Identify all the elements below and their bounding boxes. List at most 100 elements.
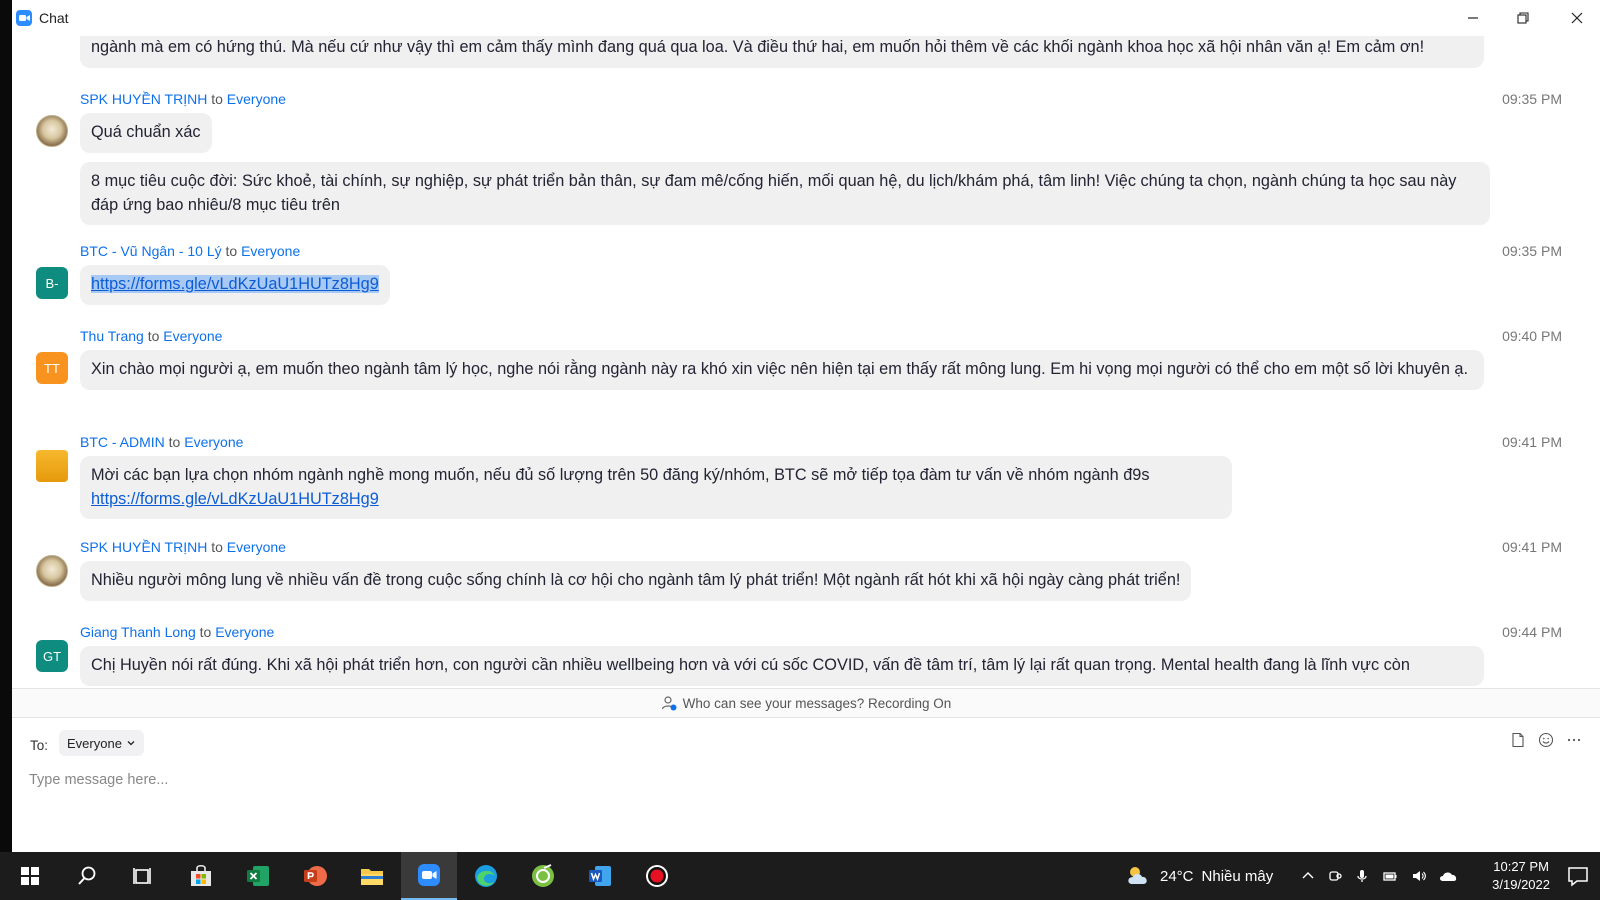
greenshot-button[interactable] [515,852,571,900]
sender-name[interactable]: SPK HUYỀN TRỊNH [80,539,207,555]
onedrive-icon[interactable] [1439,868,1459,884]
message-text: ngành mà em có hứng thú. Mà nếu cứ như v… [91,38,1425,56]
to-label: To: [30,738,49,753]
message-header: BTC - Vũ Ngân - 10 Lý to Everyone [80,243,300,259]
file-explorer-button[interactable] [344,852,400,900]
store-button[interactable] [173,852,229,900]
edge-icon [475,865,497,887]
restore-button[interactable] [1508,6,1538,30]
task-view-button[interactable] [115,852,171,900]
microsoft-store-icon [191,864,211,886]
message-header: Giang Thanh Long to Everyone [80,624,274,640]
microphone-icon[interactable] [1354,868,1370,884]
initials-avatar[interactable]: GT [36,640,68,672]
more-button[interactable] [1566,732,1582,748]
windows-start-icon [21,867,39,885]
message-text: Xin chào mọi người ạ, em muốn theo ngành… [91,360,1468,378]
system-tray [1300,852,1459,900]
sender-name[interactable]: Thu Trang [80,328,144,344]
message-bubble[interactable]: Chị Huyền nói rất đúng. Khi xã hội phát … [80,646,1484,686]
chevron-down-icon [127,741,135,746]
emoji-button[interactable] [1538,732,1554,748]
message-link[interactable]: https://forms.gle/vLdKzUaU1HUTz8Hg9 [91,275,379,293]
message-header: SPK HUYỀN TRỊNH to Everyone [80,539,286,555]
to-word: to [225,243,238,259]
message-header: Thu Trang to Everyone [80,328,222,344]
search-icon [78,866,96,885]
message-time: 09:35 PM [1502,91,1562,107]
powerpoint-button[interactable] [287,852,343,900]
edge-button[interactable] [458,852,514,900]
recipient-name: Everyone [226,91,286,107]
message-header: SPK HUYỀN TRỊNH to Everyone [80,91,286,107]
close-icon [1571,12,1583,24]
recipient-value: Everyone [67,735,122,751]
to-word: to [211,539,223,555]
sender-name[interactable]: Giang Thanh Long [80,624,196,640]
message-bubble[interactable]: Mời các bạn lựa chọn nhóm ngành nghề mon… [80,456,1232,519]
recipient-name: Everyone [226,539,286,555]
message-link[interactable]: https://forms.gle/vLdKzUaU1HUTz8Hg9 [91,490,379,508]
initials-avatar[interactable]: TT [36,352,68,384]
message-bubble[interactable]: Quá chuẩn xác [80,113,212,153]
battery-icon[interactable] [1381,868,1399,884]
excel-button[interactable] [230,852,286,900]
recipient-name: Everyone [184,434,244,450]
message-text: Nhiều người mông lung về nhiều vấn đề tr… [91,571,1181,589]
word-button[interactable] [572,852,628,900]
recorder-button[interactable] [629,852,685,900]
chat-window: Chat ngành mà em có hứng thú. Mà nếu cứ … [12,0,1600,852]
message-bubble[interactable]: 8 mục tiêu cuộc đời: Sức khoẻ, tài chính… [80,162,1490,225]
chevron-up-icon[interactable] [1300,868,1316,884]
minimize-icon [1468,17,1478,19]
notification-icon[interactable] [1566,864,1590,888]
privacy-text: Who can see your messages? Recording On [682,695,952,711]
to-word: to [199,624,212,640]
message-header: BTC - ADMIN to Everyone [80,434,243,450]
to-word: to [147,328,160,344]
weather-widget[interactable]: 24°C Nhiều mây [1124,852,1273,900]
sender-name[interactable]: BTC - ADMIN [80,434,165,450]
minimize-button[interactable] [1458,6,1488,30]
file-button[interactable] [1510,732,1526,748]
message-list[interactable]: ngành mà em có hứng thú. Mà nếu cứ như v… [12,36,1600,688]
message-bubble[interactable]: Nhiều người mông lung về nhiều vấn đề tr… [80,561,1192,601]
file-explorer-icon [361,869,383,885]
screen: Chat ngành mà em có hứng thú. Mà nếu cứ … [0,0,1600,900]
excel-icon [247,866,269,886]
clock[interactable]: 10:27 PM 3/19/2022 [1492,858,1550,894]
compose-toolbar [1510,732,1582,748]
window-title: Chat [39,10,69,26]
speaker-icon[interactable] [1410,868,1428,884]
meet-now-icon[interactable] [1327,868,1343,884]
clock-date: 3/19/2022 [1492,877,1550,892]
restore-icon [1517,12,1529,24]
recipient-dropdown[interactable]: Everyone [59,730,144,756]
close-button[interactable] [1562,6,1592,30]
photo-avatar[interactable] [36,555,68,587]
initials-avatar[interactable]: B- [36,267,68,299]
background-edge [0,0,12,852]
message-text: 8 mục tiêu cuộc đời: Sức khoẻ, tài chính… [91,172,1457,214]
recipient-name: Everyone [163,328,223,344]
word-icon [589,866,611,886]
message-bubble[interactable]: https://forms.gle/vLdKzUaU1HUTz8Hg9 [80,265,390,305]
zoom-icon [418,864,440,886]
logo-avatar[interactable] [36,450,68,482]
message-time: 09:35 PM [1502,243,1562,259]
title-bar[interactable]: Chat [12,0,1600,36]
message-bubble[interactable]: ngành mà em có hứng thú. Mà nếu cứ như v… [80,36,1484,68]
zoom-button[interactable] [401,852,457,900]
message-input[interactable] [29,768,1429,792]
sender-name[interactable]: BTC - Vũ Ngân - 10 Lý [80,243,222,259]
weather-temp: 24°C [1160,867,1194,885]
start-button[interactable] [2,852,58,900]
search-button[interactable] [59,852,115,900]
sender-name[interactable]: SPK HUYỀN TRỊNH [80,91,207,107]
file-icon [1512,732,1524,748]
message-text: Quá chuẩn xác [91,123,201,141]
photo-avatar[interactable] [36,115,68,147]
person-visibility-icon [661,696,677,711]
privacy-notice[interactable]: Who can see your messages? Recording On [12,688,1600,718]
message-bubble[interactable]: Xin chào mọi người ạ, em muốn theo ngành… [80,350,1484,390]
